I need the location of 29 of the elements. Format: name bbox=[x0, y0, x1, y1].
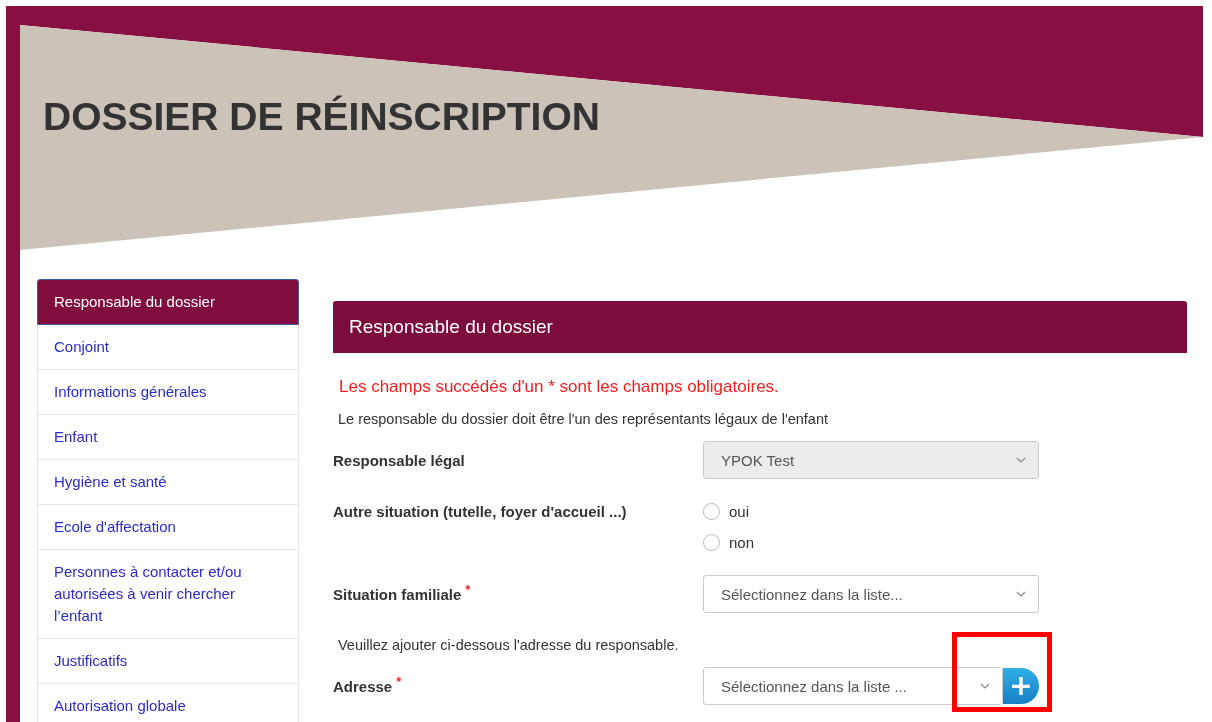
radio-button[interactable] bbox=[703, 534, 720, 551]
page-title: DOSSIER DE RÉINSCRIPTION bbox=[42, 94, 600, 139]
sidebar-item[interactable]: Conjoint bbox=[37, 325, 299, 370]
sidebar-item[interactable]: Responsable du dossier bbox=[37, 279, 299, 325]
required-mark: * bbox=[465, 581, 471, 597]
required-mark: * bbox=[396, 673, 402, 689]
sidebar-item[interactable]: Enfant bbox=[37, 415, 299, 460]
field-label: Autre situation (tutelle, foyer d'accueil ...) bbox=[333, 503, 627, 520]
field-label: Responsable légal bbox=[333, 451, 465, 469]
sidebar-item[interactable]: Personnes à contacter et/ou autorisées à venir chercher l’enfant bbox=[37, 550, 299, 639]
sidebar-item[interactable]: Ecole d'affectation bbox=[37, 505, 299, 550]
select-field[interactable]: Sélectionnez dans la liste... bbox=[703, 575, 1039, 613]
sidebar-item[interactable]: Justificatifs bbox=[37, 639, 299, 684]
info-text: Veuillez ajouter ci-dessous l'adresse du responsable. bbox=[338, 637, 680, 653]
sidebar-item[interactable]: Autorisation globale bbox=[37, 684, 299, 722]
sidebar-item[interactable]: Informations générales bbox=[37, 370, 299, 415]
chevron-down-icon bbox=[980, 683, 990, 689]
radio-button[interactable] bbox=[703, 503, 720, 520]
field-label: Adresse bbox=[333, 677, 393, 695]
required-note: Les champs succédés d'un * sont les champs obligatoires. bbox=[339, 377, 780, 397]
chevron-down-icon bbox=[1016, 591, 1026, 597]
radio-label: oui bbox=[729, 503, 750, 520]
field-label: Situation familiale bbox=[333, 585, 462, 603]
chevron-down-icon bbox=[1016, 457, 1026, 463]
sidebar-item[interactable]: Hygiène et santé bbox=[37, 460, 299, 505]
panel-header: Responsable du dossier bbox=[333, 301, 1187, 353]
radio-label: non bbox=[729, 534, 755, 551]
info-text: Le responsable du dossier doit être l'un des représentants légaux de l'enfant bbox=[338, 411, 829, 427]
select-field[interactable]: Sélectionnez dans la liste ... bbox=[703, 667, 1003, 705]
